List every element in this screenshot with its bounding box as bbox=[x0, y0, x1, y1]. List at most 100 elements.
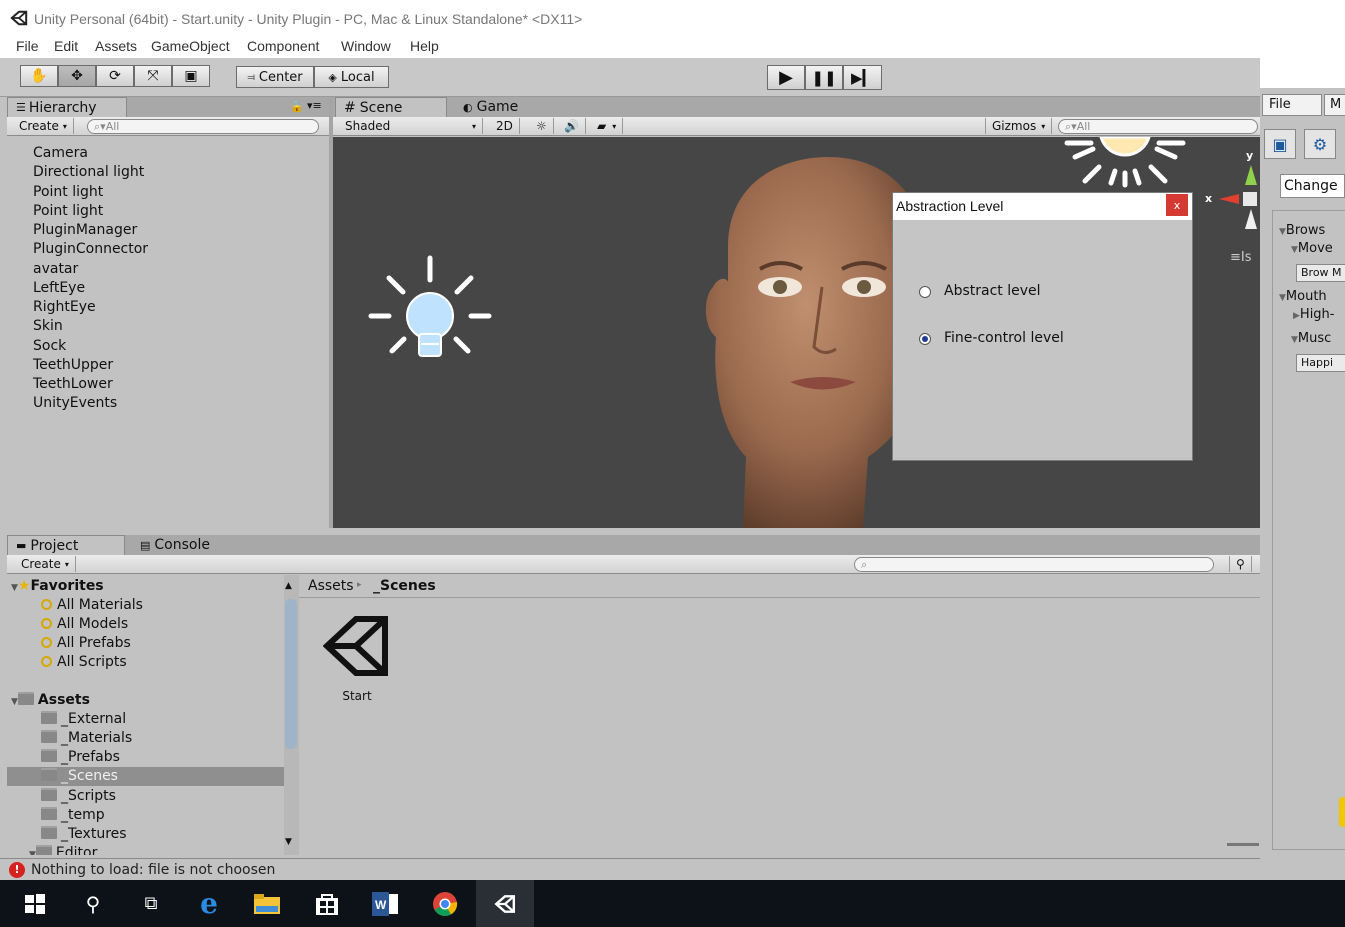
hierarchy-item[interactable]: Point light bbox=[33, 203, 103, 219]
tree-brows[interactable]: ▼Brows bbox=[1279, 223, 1325, 238]
hierarchy-item[interactable]: Camera bbox=[33, 145, 88, 161]
camera-icon[interactable]: ▣ bbox=[1264, 129, 1296, 159]
pivot-center-button[interactable]: ⫤ Center bbox=[236, 66, 314, 88]
tree-high[interactable]: ▶High- bbox=[1293, 307, 1335, 322]
favorite-item[interactable]: All Scripts bbox=[41, 654, 127, 670]
hierarchy-item[interactable]: TeethLower bbox=[33, 376, 113, 392]
hierarchy-create-dropdown[interactable]: Create ▾ bbox=[13, 118, 74, 134]
favorite-item[interactable]: All Prefabs bbox=[41, 635, 131, 651]
hierarchy-item[interactable]: avatar bbox=[33, 261, 78, 277]
pivot-local-button[interactable]: ◈ Local bbox=[314, 66, 389, 88]
menu-help[interactable]: Help bbox=[410, 38, 439, 54]
gizmos-dropdown[interactable]: Gizmos ▾ bbox=[985, 118, 1053, 134]
effects-toggle[interactable]: ▰ ▾ bbox=[591, 118, 624, 134]
tree-move[interactable]: ▼Move bbox=[1291, 241, 1333, 256]
scroll-thumb[interactable] bbox=[285, 599, 297, 749]
orientation-gizmo-icon[interactable] bbox=[1217, 163, 1260, 233]
breadcrumb-scenes[interactable]: _Scenes bbox=[373, 578, 436, 594]
happi-button[interactable]: Happi bbox=[1296, 354, 1345, 372]
folder-item-selected[interactable]: _Scenes bbox=[41, 768, 118, 784]
file-explorer-icon[interactable] bbox=[238, 880, 296, 927]
scroll-up-icon[interactable]: ▲ bbox=[285, 581, 292, 591]
tab-console[interactable]: ▤ Console bbox=[132, 535, 242, 555]
hierarchy-item[interactable]: LeftEye bbox=[33, 280, 85, 296]
lighting-toggle[interactable]: ☼ bbox=[530, 118, 554, 134]
hierarchy-item[interactable]: PluginConnector bbox=[33, 241, 148, 257]
rect-tool-button[interactable]: ▣ bbox=[172, 65, 210, 87]
folder-item[interactable]: _Prefabs bbox=[41, 749, 120, 765]
tab-game[interactable]: ◐ Game bbox=[455, 97, 555, 117]
brow-m-button[interactable]: Brow M bbox=[1296, 264, 1345, 282]
scroll-down-icon[interactable]: ▼ bbox=[285, 837, 292, 847]
folder-item[interactable]: _Materials bbox=[41, 730, 132, 746]
file-button[interactable]: File bbox=[1262, 94, 1322, 116]
folder-item[interactable]: _External bbox=[41, 711, 126, 727]
lock-icon[interactable]: 🔒 bbox=[290, 100, 304, 113]
scene-search-input[interactable]: ⌕▾All bbox=[1058, 119, 1258, 134]
audio-toggle[interactable]: 🔊 bbox=[558, 118, 586, 134]
edge-browser-icon[interactable]: e bbox=[180, 880, 238, 927]
hierarchy-item[interactable]: RightEye bbox=[33, 299, 96, 315]
hand-tool-button[interactable]: ✋ bbox=[20, 65, 58, 87]
hierarchy-item[interactable]: Skin bbox=[33, 318, 63, 334]
hierarchy-item[interactable]: PluginManager bbox=[33, 222, 137, 238]
scale-tool-button[interactable]: ⤧ bbox=[134, 65, 172, 87]
hierarchy-item[interactable]: UnityEvents bbox=[33, 395, 117, 411]
radio-abstract-level-label[interactable]: Abstract level bbox=[944, 283, 1041, 299]
hierarchy-item[interactable]: Directional light bbox=[33, 164, 144, 180]
m-button[interactable]: M bbox=[1324, 94, 1345, 116]
asset-start[interactable]: Start bbox=[321, 613, 393, 709]
radio-fine-control-level-label[interactable]: Fine-control level bbox=[944, 330, 1064, 346]
tree-mouth[interactable]: ▼Mouth bbox=[1279, 289, 1327, 304]
move-tool-button[interactable]: ✥ bbox=[58, 65, 96, 87]
tab-scene[interactable]: # Scene bbox=[335, 97, 447, 117]
status-message[interactable]: Nothing to load: file is not choosen bbox=[31, 862, 275, 878]
rotate-tool-button[interactable]: ⟳ bbox=[96, 65, 134, 87]
menu-window[interactable]: Window bbox=[341, 38, 391, 54]
filter-by-type-button[interactable]: ⚲ bbox=[1229, 556, 1252, 572]
menu-edit[interactable]: Edit bbox=[54, 38, 78, 54]
folder-item[interactable]: ▼ Editor bbox=[29, 845, 97, 855]
menu-assets[interactable]: Assets bbox=[95, 38, 137, 54]
unity-taskbar-icon[interactable] bbox=[476, 880, 534, 927]
tab-hierarchy[interactable]: ☰ Hierarchy bbox=[7, 97, 127, 117]
hierarchy-search-input[interactable]: ⌕▾All bbox=[87, 119, 319, 134]
step-button[interactable]: ▶▎ bbox=[843, 65, 882, 90]
menu-file[interactable]: File bbox=[16, 38, 39, 54]
word-icon[interactable]: W bbox=[356, 880, 414, 927]
favorites-node[interactable]: ▼★Favorites bbox=[11, 578, 104, 594]
project-create-dropdown[interactable]: Create ▾ bbox=[15, 556, 76, 572]
folder-item[interactable]: _Scripts bbox=[41, 788, 116, 804]
hierarchy-item[interactable]: Point light bbox=[33, 184, 103, 200]
chrome-icon[interactable] bbox=[416, 880, 474, 927]
pause-button[interactable]: ❚❚ bbox=[805, 65, 843, 90]
folder-item[interactable]: _Textures bbox=[41, 826, 127, 842]
menu-component[interactable]: Component bbox=[247, 38, 319, 54]
dialog-header[interactable]: Abstraction Level x bbox=[893, 193, 1192, 220]
favorite-item[interactable]: All Models bbox=[41, 616, 128, 632]
gear-icon[interactable]: ⚙ bbox=[1304, 129, 1336, 159]
shading-dropdown[interactable]: Shaded ▾ bbox=[339, 118, 483, 134]
dialog-close-button[interactable]: x bbox=[1166, 194, 1188, 216]
breadcrumb-assets[interactable]: Assets bbox=[308, 578, 354, 594]
store-icon[interactable] bbox=[298, 880, 356, 927]
menu-gameobject[interactable]: GameObject bbox=[151, 38, 230, 54]
panel-menu-icon[interactable]: ▾≡ bbox=[307, 99, 322, 112]
tree-scrollbar[interactable]: ▲ ▼ bbox=[284, 575, 299, 855]
perspective-label[interactable]: ≡Is bbox=[1230, 250, 1252, 265]
point-light-icon[interactable] bbox=[367, 254, 493, 370]
hierarchy-item[interactable]: Sock bbox=[33, 338, 66, 354]
assets-node[interactable]: ▼ Assets bbox=[11, 692, 90, 708]
radio-abstract-level[interactable] bbox=[919, 286, 931, 298]
search-icon[interactable]: ⚲ bbox=[64, 880, 122, 927]
tab-project[interactable]: ▬ Project bbox=[7, 535, 125, 555]
hierarchy-item[interactable]: TeethUpper bbox=[33, 357, 113, 373]
tree-musc[interactable]: ▼Musc bbox=[1291, 331, 1331, 346]
change-button[interactable]: Change bbox=[1280, 174, 1345, 198]
play-button[interactable]: ▶ bbox=[767, 65, 805, 90]
directional-light-icon[interactable] bbox=[1061, 137, 1189, 189]
radio-fine-control-level[interactable] bbox=[919, 333, 931, 345]
task-view-icon[interactable]: ⧉ bbox=[122, 880, 180, 927]
folder-item[interactable]: _temp bbox=[41, 807, 105, 823]
favorite-item[interactable]: All Materials bbox=[41, 597, 143, 613]
